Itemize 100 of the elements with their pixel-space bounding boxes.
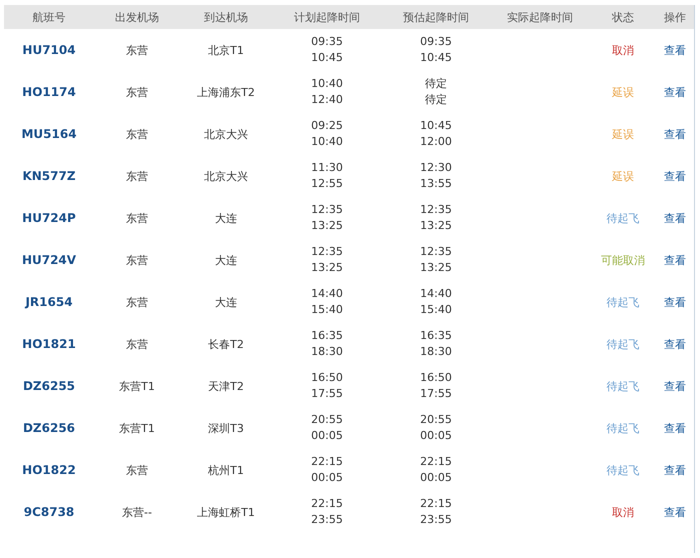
flight-status: 待起飞 — [606, 378, 640, 394]
flight-number: MU5164 — [20, 127, 78, 141]
planned-time: 14:40 — [311, 287, 343, 301]
planned-time: 00:05 — [311, 429, 343, 443]
estimated-time: 13:25 — [420, 219, 452, 233]
departure-airport: 东营T1 — [118, 378, 156, 394]
view-link[interactable]: 查看 — [664, 504, 686, 520]
departure-airport: 东营 — [125, 462, 149, 478]
departure-airport: 东营 — [125, 42, 149, 58]
view-link[interactable]: 查看 — [664, 336, 686, 352]
flight-number: KN577Z — [21, 169, 77, 183]
estimated-time: 待定 — [425, 93, 447, 107]
planned-time: 11:30 — [311, 161, 343, 175]
view-link[interactable]: 查看 — [664, 378, 686, 394]
estimated-time: 00:05 — [420, 471, 452, 485]
estimated-time: 12:00 — [420, 135, 452, 149]
flight-number: HO1822 — [21, 463, 77, 477]
flight-number: DZ6255 — [22, 379, 76, 393]
estimated-time: 13:55 — [420, 177, 452, 191]
arrival-airport: 杭州T1 — [207, 462, 245, 478]
flight-status: 延误 — [611, 84, 635, 100]
flight-status: 待起飞 — [606, 294, 640, 310]
estimated-time: 15:40 — [420, 303, 452, 317]
flight-status: 延误 — [611, 126, 635, 142]
view-link[interactable]: 查看 — [664, 462, 686, 478]
flight-number: DZ6256 — [22, 421, 76, 435]
departure-airport: 东营 — [125, 126, 149, 142]
planned-time: 09:35 — [311, 35, 343, 49]
arrival-airport: 天津T2 — [207, 378, 245, 394]
flight-number: HU7104 — [21, 43, 77, 57]
flight-status: 取消 — [611, 42, 635, 58]
column-header: 计划起降时间 — [293, 10, 361, 24]
planned-time: 12:35 — [311, 245, 343, 259]
flight-number: 9C8738 — [22, 505, 76, 519]
column-header: 状态 — [611, 10, 635, 24]
departure-airport: 东营 — [125, 210, 149, 226]
view-link[interactable]: 查看 — [664, 294, 686, 310]
planned-time: 00:05 — [311, 471, 343, 485]
departure-airport: 东营-- — [121, 504, 153, 520]
estimated-time: 12:35 — [420, 245, 452, 259]
departure-airport: 东营 — [125, 252, 149, 268]
planned-time: 12:55 — [311, 177, 343, 191]
planned-time: 22:15 — [311, 497, 343, 511]
departure-airport: 东营T1 — [118, 420, 156, 436]
estimated-time: 10:45 — [420, 51, 452, 65]
estimated-time: 09:35 — [420, 35, 452, 49]
planned-time: 13:25 — [311, 219, 343, 233]
arrival-airport: 深圳T3 — [207, 420, 245, 436]
arrival-airport: 大连 — [214, 252, 238, 268]
estimated-time: 待定 — [425, 77, 447, 91]
planned-time: 17:55 — [311, 387, 343, 401]
view-link[interactable]: 查看 — [664, 126, 686, 142]
planned-time: 09:25 — [311, 119, 343, 133]
departure-airport: 东营 — [125, 336, 149, 352]
column-header: 出发机场 — [114, 10, 160, 24]
column-header: 预估起降时间 — [402, 10, 470, 24]
flight-number: HU724P — [21, 211, 77, 225]
view-link[interactable]: 查看 — [664, 420, 686, 436]
flight-status: 待起飞 — [606, 462, 640, 478]
planned-time: 10:40 — [311, 77, 343, 91]
column-header: 实际起降时间 — [506, 10, 574, 24]
flight-status: 待起飞 — [606, 420, 640, 436]
arrival-airport: 北京大兴 — [203, 168, 249, 184]
departure-airport: 东营 — [125, 294, 149, 310]
arrival-airport: 大连 — [214, 294, 238, 310]
view-link[interactable]: 查看 — [664, 84, 686, 100]
estimated-time: 12:30 — [420, 161, 452, 175]
flight-status: 可能取消 — [600, 252, 646, 268]
estimated-time: 22:15 — [420, 455, 452, 469]
view-link[interactable]: 查看 — [664, 252, 686, 268]
arrival-airport: 长春T2 — [207, 336, 245, 352]
estimated-time: 16:35 — [420, 329, 452, 343]
flight-status: 待起飞 — [606, 210, 640, 226]
planned-time: 20:55 — [311, 413, 343, 427]
arrival-airport: 大连 — [214, 210, 238, 226]
planned-time: 12:40 — [311, 93, 343, 107]
flight-number: HU724V — [20, 253, 78, 267]
flight-number: JR1654 — [24, 295, 74, 309]
view-link[interactable]: 查看 — [664, 210, 686, 226]
estimated-time: 14:40 — [420, 287, 452, 301]
planned-time: 12:35 — [311, 203, 343, 217]
view-link[interactable]: 查看 — [664, 168, 686, 184]
estimated-time: 00:05 — [420, 429, 452, 443]
estimated-time: 20:55 — [420, 413, 452, 427]
estimated-time: 12:35 — [420, 203, 452, 217]
column-header: 操作 — [663, 10, 687, 24]
flight-status: 待起飞 — [606, 336, 640, 352]
departure-airport: 东营 — [125, 168, 149, 184]
estimated-time: 13:25 — [420, 261, 452, 275]
arrival-airport: 北京T1 — [207, 42, 245, 58]
planned-time: 16:50 — [311, 371, 343, 385]
planned-time: 23:55 — [311, 513, 343, 527]
flight-number: HO1821 — [21, 337, 77, 351]
estimated-time: 17:55 — [420, 387, 452, 401]
planned-time: 10:45 — [311, 51, 343, 65]
column-header: 航班号 — [32, 10, 66, 24]
flight-status: 取消 — [611, 504, 635, 520]
planned-time: 10:40 — [311, 135, 343, 149]
view-link[interactable]: 查看 — [664, 42, 686, 58]
arrival-airport: 上海虹桥T1 — [196, 504, 256, 520]
